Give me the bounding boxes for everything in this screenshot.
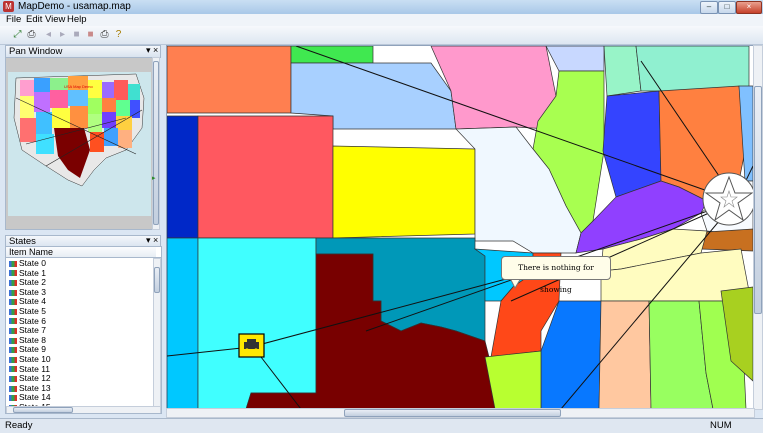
overview-tool-icon[interactable]: ⤢ [11, 28, 24, 41]
star-icon[interactable] [702, 172, 753, 226]
map-canvas[interactable] [167, 46, 753, 409]
states-vscrollbar[interactable] [153, 258, 161, 408]
print-preview-icon[interactable]: ⎙ [98, 28, 111, 41]
state-icon [9, 308, 17, 315]
stop-red-icon[interactable]: ■ [84, 28, 97, 41]
help-icon[interactable]: ? [112, 28, 125, 41]
pan-window-scroll-thumb[interactable] [153, 61, 159, 225]
state-icon [9, 299, 17, 306]
menu-bar [0, 14, 763, 26]
pan-window-close-icon[interactable]: × [153, 45, 158, 56]
states-close-icon[interactable]: × [153, 235, 158, 246]
maximize-button[interactable]: □ [718, 1, 736, 14]
states-hscrollbar[interactable] [6, 406, 161, 413]
close-button[interactable]: × [736, 1, 762, 14]
status-text: Ready [5, 420, 33, 431]
state-icon [9, 347, 17, 354]
map-vscrollbar[interactable] [753, 45, 763, 410]
overview-map[interactable]: USA Map Demo [6, 58, 153, 229]
minimize-button[interactable]: – [700, 1, 718, 14]
state-icon [9, 395, 17, 402]
state-icon [9, 366, 17, 373]
menu-view[interactable]: View [45, 14, 65, 26]
state-icon [9, 260, 17, 267]
window-title: MapDemo - usamap.map [18, 1, 131, 12]
splitter-arrow-icon[interactable]: ▸ [152, 175, 160, 182]
state-icon [9, 318, 17, 325]
pan-window-title: Pan Window [9, 46, 63, 57]
states-pin-icon[interactable]: ▾ [146, 235, 151, 246]
pan-window-scrollbar[interactable] [152, 57, 160, 230]
states-hscroll-thumb[interactable] [13, 407, 73, 413]
stop-icon[interactable]: ■ [70, 28, 83, 41]
menu-edit[interactable]: Edit [26, 14, 42, 26]
inset-caption: USA Map Demo [64, 84, 93, 89]
car-icon[interactable] [238, 333, 265, 358]
app-icon: M [3, 1, 14, 12]
map-view[interactable] [166, 45, 754, 410]
states-list[interactable]: State 0 State 1 State 2 State 3 State 4 … [5, 257, 162, 414]
states-vscroll-thumb[interactable] [154, 267, 160, 293]
pan-window-pin-icon[interactable]: ▾ [146, 45, 151, 56]
state-icon [9, 385, 17, 392]
map-tooltip: There is nothing for showing [501, 256, 611, 294]
state-icon [9, 327, 17, 334]
state-icon [9, 375, 17, 382]
print-icon[interactable]: ⎙ [25, 28, 38, 41]
state-icon [9, 279, 17, 286]
forward-icon[interactable]: ▸ [56, 28, 69, 41]
state-icon [9, 270, 17, 277]
state-icon [9, 337, 17, 344]
state-icon [9, 289, 17, 296]
back-icon[interactable]: ◂ [42, 28, 55, 41]
num-lock-indicator: NUM [710, 420, 732, 431]
menu-help[interactable]: Help [67, 14, 87, 26]
status-bar: Ready NUM [0, 418, 763, 433]
menu-file[interactable]: File [6, 14, 21, 26]
state-icon [9, 356, 17, 363]
pan-window-view[interactable]: USA Map Demo [5, 57, 154, 230]
map-hscrollbar[interactable] [166, 408, 755, 418]
map-hscroll-thumb[interactable] [344, 409, 561, 417]
map-vscroll-thumb[interactable] [754, 86, 762, 314]
